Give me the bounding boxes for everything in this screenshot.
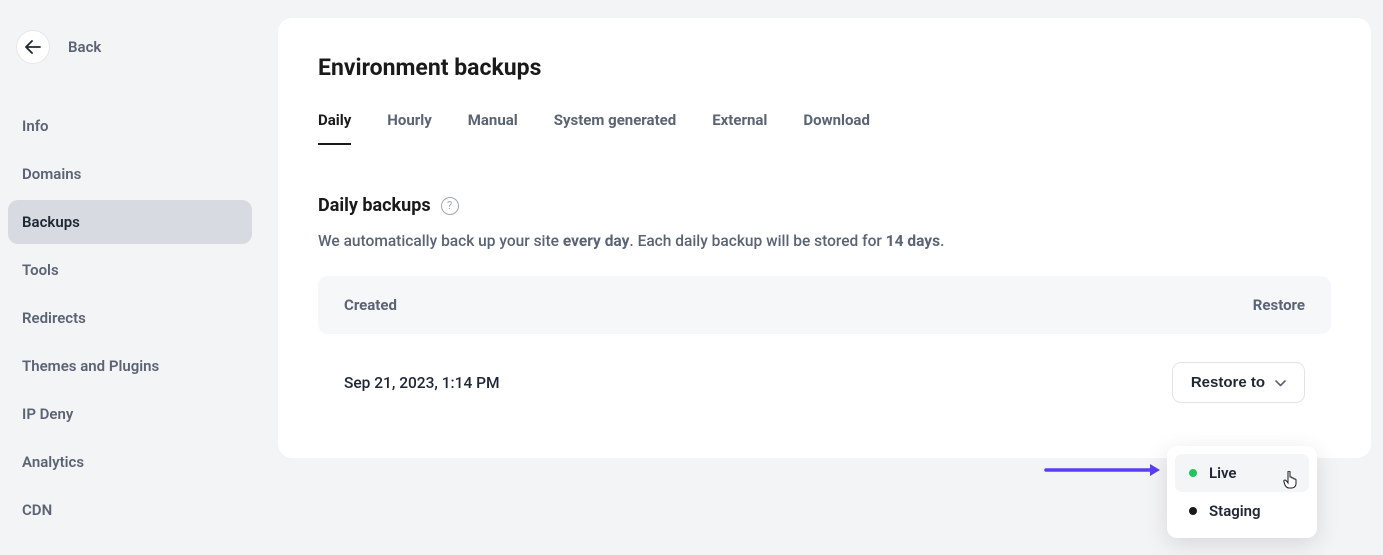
- sidebar-item-tools[interactable]: Tools: [8, 248, 252, 292]
- status-dot-staging-icon: [1189, 507, 1197, 515]
- tab-download[interactable]: Download: [803, 111, 870, 145]
- table-header: Created Restore: [318, 276, 1331, 334]
- tab-manual[interactable]: Manual: [468, 111, 518, 145]
- dropdown-item-label: Live: [1209, 464, 1237, 482]
- content-card: Environment backups Daily Hourly Manual …: [278, 18, 1371, 458]
- sidebar-item-ip-deny[interactable]: IP Deny: [8, 392, 252, 436]
- section-description: We automatically back up your site every…: [318, 232, 1331, 250]
- back-button[interactable]: Back: [8, 30, 252, 64]
- dropdown-item-staging[interactable]: Staging: [1175, 492, 1309, 530]
- back-label: Back: [68, 38, 101, 56]
- page-title: Environment backups: [318, 54, 1331, 81]
- sidebar-item-themes-plugins[interactable]: Themes and Plugins: [8, 344, 252, 388]
- tabs: Daily Hourly Manual System generated Ext…: [318, 111, 1331, 145]
- help-icon[interactable]: ?: [441, 197, 459, 215]
- tab-system-generated[interactable]: System generated: [554, 111, 676, 145]
- sidebar-item-analytics[interactable]: Analytics: [8, 440, 252, 484]
- sidebar-item-domains[interactable]: Domains: [8, 152, 252, 196]
- restore-to-label: Restore to: [1191, 374, 1265, 391]
- table-row: Sep 21, 2023, 1:14 PM Restore to: [318, 342, 1331, 423]
- cell-created: Sep 21, 2023, 1:14 PM: [344, 374, 500, 392]
- section-header: Daily backups ?: [318, 195, 1331, 216]
- chevron-down-icon: [1275, 374, 1286, 391]
- sidebar-item-backups[interactable]: Backups: [8, 200, 252, 244]
- back-arrow-icon[interactable]: [16, 30, 50, 64]
- sidebar-item-redirects[interactable]: Redirects: [8, 296, 252, 340]
- tab-external[interactable]: External: [712, 111, 767, 145]
- sidebar-item-info[interactable]: Info: [8, 104, 252, 148]
- dropdown-item-label: Staging: [1209, 502, 1261, 520]
- status-dot-live-icon: [1189, 469, 1197, 477]
- section-title: Daily backups: [318, 195, 431, 216]
- col-created: Created: [344, 296, 397, 314]
- annotation-arrow-icon: [1042, 462, 1162, 482]
- tab-daily[interactable]: Daily: [318, 111, 351, 145]
- restore-to-button[interactable]: Restore to: [1172, 362, 1305, 403]
- sidebar: Back Info Domains Backups Tools Redirect…: [0, 0, 260, 555]
- col-restore: Restore: [1253, 296, 1305, 314]
- tab-hourly[interactable]: Hourly: [387, 111, 431, 145]
- sidebar-item-cdn[interactable]: CDN: [8, 488, 252, 532]
- cursor-pointer-icon: [1283, 471, 1298, 493]
